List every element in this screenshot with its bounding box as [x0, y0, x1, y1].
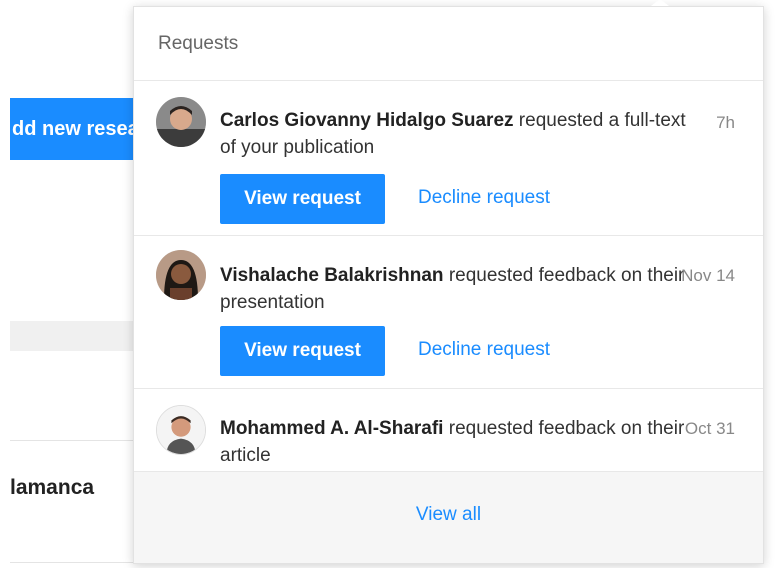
request-time: Nov 14: [681, 266, 735, 285]
requests-popover: Requests Carlos Giovanny Hidalgo Suarez …: [133, 0, 764, 564]
request-item: Mohammed A. Al-Sharafi requested feedbac…: [134, 389, 763, 475]
view-request-button[interactable]: View request: [220, 326, 385, 376]
view-all-link[interactable]: View all: [134, 504, 763, 526]
decline-request-link[interactable]: Decline request: [418, 187, 550, 209]
background-divider-bottom: [10, 562, 150, 563]
requester-name: Carlos Giovanny Hidalgo Suarez: [220, 110, 514, 131]
requester-name: Mohammed A. Al-Sharafi: [220, 418, 444, 439]
add-new-research-button[interactable]: dd new resea: [10, 98, 145, 160]
avatar[interactable]: [156, 405, 206, 455]
popover-title: Requests: [158, 33, 239, 54]
requester-name: Vishalache Balakrishnan: [220, 265, 444, 286]
request-item: Vishalache Balakrishnan requested feedba…: [134, 236, 763, 389]
background-divider: [10, 440, 150, 441]
request-time: 7h: [716, 113, 735, 132]
avatar[interactable]: [156, 250, 206, 300]
avatar[interactable]: [156, 97, 206, 147]
popover-caret-inner: [651, 0, 669, 6]
decline-request-link[interactable]: Decline request: [418, 339, 550, 361]
background-text: lamanca: [10, 476, 95, 499]
request-message: Carlos Giovanny Hidalgo Suarez requested…: [220, 107, 690, 161]
request-message: Mohammed A. Al-Sharafi requested feedbac…: [220, 415, 690, 469]
background-band: [10, 321, 150, 351]
popover-footer: View all: [134, 471, 763, 563]
request-item: Carlos Giovanny Hidalgo Suarez requested…: [134, 81, 763, 236]
request-message: Vishalache Balakrishnan requested feedba…: [220, 262, 690, 316]
popover-header: Requests: [134, 7, 763, 81]
view-request-button[interactable]: View request: [220, 174, 385, 224]
request-time: Oct 31: [684, 419, 735, 438]
